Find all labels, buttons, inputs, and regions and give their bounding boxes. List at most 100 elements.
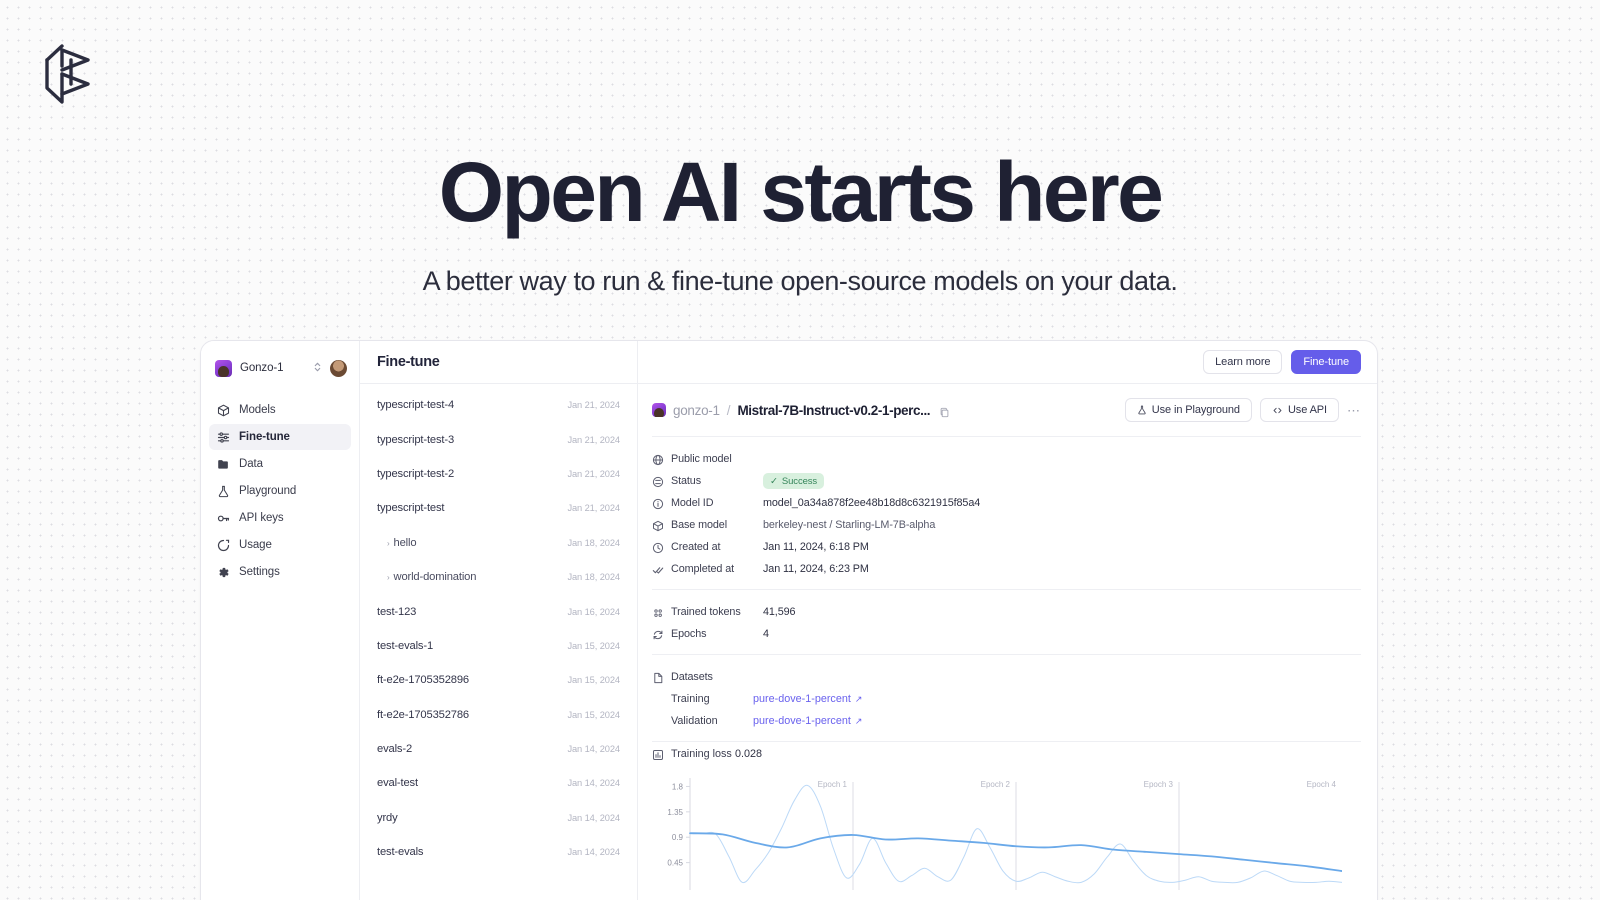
code-brackets-icon: [1272, 405, 1283, 416]
list-item[interactable]: test-evals-1 Jan 15, 2024: [360, 629, 637, 663]
list-item-name: yrdy: [377, 811, 398, 824]
list-item[interactable]: test-evals Jan 14, 2024: [360, 835, 637, 869]
training-loss-value: 0.028: [735, 748, 763, 760]
flask-icon: [1137, 405, 1147, 415]
completed-at-row: Completed at Jan 11, 2024, 6:23 PM: [652, 558, 1361, 580]
dataset-training-link[interactable]: pure-dove-1-percent ↗: [753, 693, 862, 705]
list-item-name: test-evals: [377, 846, 424, 859]
sidebar-item-label: Models: [239, 404, 276, 416]
detail-body: gonzo-1 / Mistral-7B-Instruct-v0.2-1-per…: [638, 384, 1377, 900]
list-item[interactable]: › hello Jan 18, 2024: [360, 526, 637, 560]
sliders-icon: [217, 431, 230, 444]
sidebar-item-settings[interactable]: Settings: [209, 559, 351, 585]
list-item-date: Jan 21, 2024: [567, 434, 620, 445]
account-switcher[interactable]: Gonzo-1: [209, 353, 351, 383]
chevron-right-icon[interactable]: ›: [387, 539, 390, 548]
list-item-date: Jan 21, 2024: [567, 400, 620, 411]
dataset-validation-link[interactable]: pure-dove-1-percent ↗: [753, 715, 862, 727]
fine-tune-list[interactable]: typescript-test-4 Jan 21, 2024 typescript-…: [360, 384, 637, 900]
sidebar-item-data[interactable]: Data: [209, 451, 351, 477]
list-item-date: Jan 15, 2024: [567, 709, 620, 720]
list-item[interactable]: yrdy Jan 14, 2024: [360, 801, 637, 835]
list-item-name: typescript-test-3: [377, 433, 455, 446]
created-at-row: Created at Jan 11, 2024, 6:18 PM: [652, 536, 1361, 558]
page-subtitle: A better way to run & fine-tune open-sou…: [422, 266, 1178, 296]
sidebar-item-api-keys[interactable]: API keys: [209, 505, 351, 531]
base-model-row: Base model berkeley-nest / Starling-LM-7…: [652, 514, 1361, 536]
base-model-value: berkeley-nest / Starling-LM-7B-alpha: [763, 519, 936, 531]
link-label: pure-dove-1-percent: [753, 715, 851, 727]
fine-tune-button[interactable]: Fine-tune: [1291, 350, 1361, 374]
training-loss-chart: 1.8 1.35 0.9 0.45 Epoch 1 Epoch 2 Epoch 3 Epoch…: [667, 778, 1343, 890]
button-label: Use in Playground: [1151, 404, 1240, 416]
copy-icon[interactable]: [939, 405, 950, 417]
cube-icon: [217, 404, 230, 417]
trained-tokens-row: Trained tokens 41,596: [652, 601, 1361, 623]
app-window: Gonzo-1 Models Fine-tune Data Playground…: [200, 340, 1378, 900]
model-id-value: model_0a34a878f2ee48b18d8c6321915f85a4: [763, 497, 981, 509]
datasets-heading: Datasets: [671, 671, 713, 683]
sidebar-item-playground[interactable]: Playground: [209, 478, 351, 504]
list-item[interactable]: typescript-test-4 Jan 21, 2024: [360, 388, 637, 422]
list-item[interactable]: evals-2 Jan 14, 2024: [360, 732, 637, 766]
model-header: gonzo-1 / Mistral-7B-Instruct-v0.2-1-per…: [652, 398, 1361, 436]
sidebar-nav: Models Fine-tune Data Playground API key…: [209, 397, 351, 585]
chart-y-tick-label: 1.8: [672, 782, 684, 791]
epochs-label: Epochs: [671, 628, 707, 640]
org-avatar: [215, 359, 232, 377]
openpipe-logo: [42, 36, 100, 108]
list-item-date: Jan 15, 2024: [567, 675, 620, 686]
use-api-button[interactable]: Use API: [1259, 398, 1339, 422]
chevron-up-down-icon: [313, 361, 322, 375]
learn-more-button[interactable]: Learn more: [1203, 350, 1283, 374]
model-name: Mistral-7B-Instruct-v0.2-1-perc...: [737, 402, 931, 418]
user-avatar[interactable]: [330, 359, 347, 377]
link-label: pure-dove-1-percent: [753, 693, 851, 705]
model-actions: Use in Playground Use API ⋯: [1124, 398, 1361, 422]
list-item[interactable]: typescript-test Jan 21, 2024: [360, 491, 637, 525]
globe-icon: [652, 453, 664, 466]
list-item-name: ft-e2e-1705352896: [377, 674, 470, 687]
list-item-date: Jan 21, 2024: [567, 468, 620, 479]
detail-toolbar: Learn more Fine-tune: [638, 341, 1377, 384]
sidebar-item-label: Fine-tune: [239, 431, 290, 443]
trained-tokens-label: Trained tokens: [671, 606, 741, 618]
training-loss-header: Training loss 0.028: [652, 744, 1361, 764]
sidebar-item-usage[interactable]: Usage: [209, 532, 351, 558]
sidebar-item-models[interactable]: Models: [209, 397, 351, 423]
list-item[interactable]: typescript-test-2 Jan 21, 2024: [360, 457, 637, 491]
list-item-name: test-evals-1: [377, 639, 434, 652]
list-item[interactable]: typescript-test-3 Jan 21, 2024: [360, 422, 637, 456]
ellipsis-icon[interactable]: ⋯: [1347, 404, 1361, 417]
list-item[interactable]: › world-domination Jan 18, 2024: [360, 560, 637, 594]
panel-title: Fine-tune: [360, 341, 637, 384]
circle-dash-icon: [217, 539, 230, 552]
completed-at-value: Jan 11, 2024, 6:23 PM: [763, 563, 869, 575]
button-label: Use API: [1287, 404, 1327, 416]
list-item[interactable]: ft-e2e-1705352896 Jan 15, 2024: [360, 663, 637, 697]
dataset-validation-row: Validation pure-dove-1-percent ↗: [652, 710, 1361, 732]
chart-y-tick-label: 1.35: [667, 808, 683, 817]
refresh-icon: [652, 628, 664, 640]
list-item-date: Jan 18, 2024: [567, 572, 620, 583]
list-item-name: › world-domination: [387, 571, 477, 584]
list-item[interactable]: ft-e2e-1705352786 Jan 15, 2024: [360, 698, 637, 732]
status-value: Success: [781, 475, 818, 487]
detail-panel: Learn more Fine-tune gonzo-1 / Mistral-7…: [638, 341, 1377, 900]
chart-y-tick-label: 0.9: [672, 833, 684, 842]
list-item-name: › hello: [387, 536, 417, 549]
use-in-playground-button[interactable]: Use in Playground: [1124, 398, 1252, 422]
chart-epoch-label: Epoch 3: [1144, 780, 1174, 789]
chart-epoch-label: Epoch 2: [981, 780, 1011, 789]
training-stats-section: Trained tokens 41,596 Epochs 4: [652, 589, 1361, 654]
clock-icon: [652, 541, 664, 554]
chevron-right-icon[interactable]: ›: [387, 573, 390, 582]
document-icon: [652, 671, 664, 684]
dataset-training-row: Training pure-dove-1-percent ↗: [652, 688, 1361, 710]
list-item[interactable]: test-123 Jan 16, 2024: [360, 594, 637, 628]
list-item-date: Jan 15, 2024: [567, 640, 620, 651]
sidebar-item-fine-tune[interactable]: Fine-tune: [209, 424, 351, 450]
folder-icon: [217, 458, 230, 471]
dataset-validation-label: Validation: [671, 715, 718, 727]
list-item[interactable]: eval-test Jan 14, 2024: [360, 766, 637, 800]
